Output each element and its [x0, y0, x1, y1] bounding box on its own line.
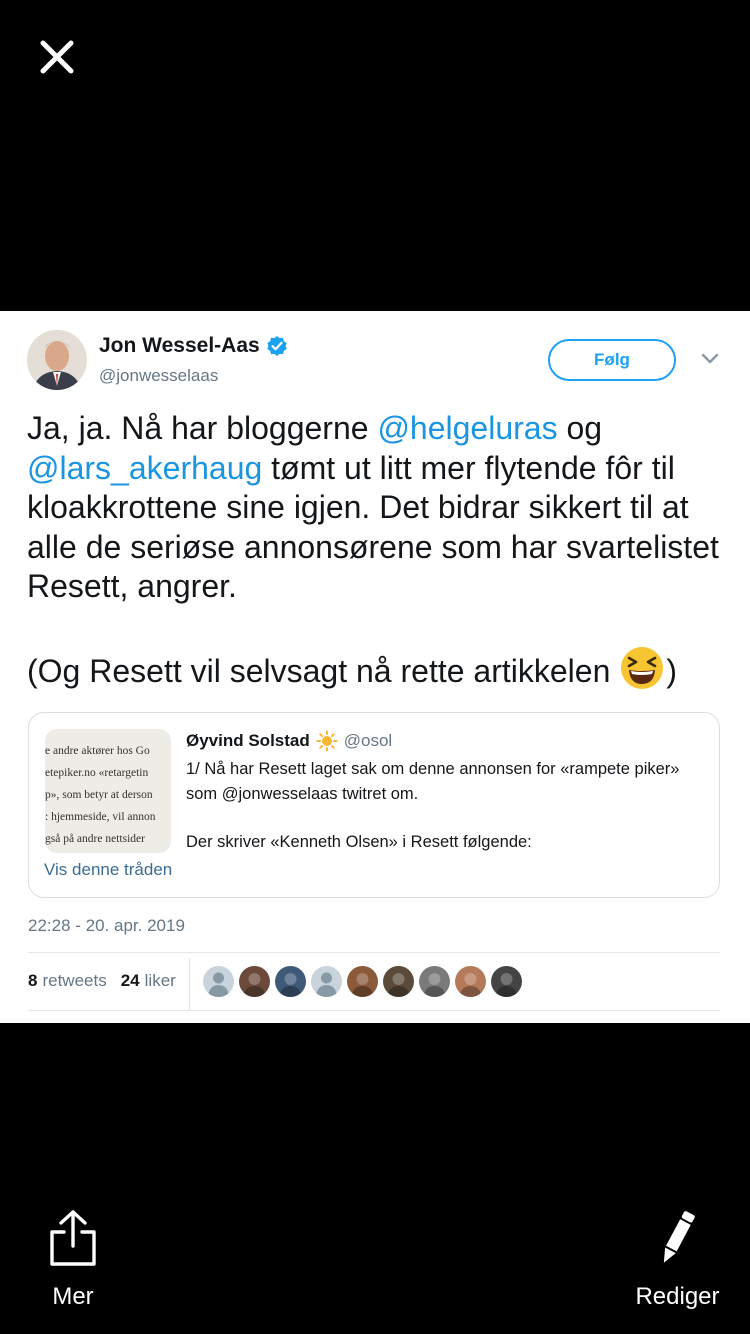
divider: [28, 1010, 720, 1011]
liker-avatar[interactable]: [383, 966, 414, 997]
tweet-text-part: ): [666, 652, 678, 689]
quoted-tweet[interactable]: e andre aktører hos Go etepiker.no «reta…: [28, 712, 720, 898]
liker-avatar[interactable]: [239, 966, 270, 997]
quoted-tweet-image[interactable]: e andre aktører hos Go etepiker.no «reta…: [45, 729, 171, 853]
pencil-icon: [663, 1211, 695, 1263]
liker-avatar[interactable]: [203, 966, 234, 997]
quoted-author-handle: @osol: [343, 731, 393, 750]
quoted-text-line: Der skriver «Kenneth Olsen» i Resett føl…: [186, 833, 532, 851]
mention-link[interactable]: @lars_akerhaug: [27, 450, 262, 486]
share-icon: [50, 1210, 96, 1266]
retweets-count: 8: [28, 971, 38, 990]
stats-separator: [189, 958, 190, 1010]
thumb-text-line: : hjemmeside, vil annon: [45, 811, 156, 823]
thumb-text-line: etepiker.no «retargetin: [45, 767, 149, 779]
likes-label: liker: [144, 971, 176, 990]
engagement-stats: 8 retweets 24 liker: [28, 971, 176, 991]
edit-button[interactable]: Rediger: [620, 1208, 735, 1310]
thumb-text-line: p», som betyr at derson: [45, 789, 153, 801]
thumb-text-line: gså på andre nettsider: [45, 833, 145, 845]
divider: [28, 952, 720, 953]
tweet-text-part: Ja, ja. Nå har bloggerne: [27, 410, 378, 446]
mention-link[interactable]: @helgeluras: [377, 410, 557, 446]
tweet-text-part: og: [557, 410, 603, 446]
liker-avatar[interactable]: [347, 966, 378, 997]
chevron-down-icon[interactable]: [700, 352, 720, 366]
liker-avatars: [203, 966, 527, 997]
tweet-text: Ja, ja. Nå har bloggerne @helgeluras og …: [27, 409, 727, 691]
verified-badge-icon: [266, 336, 287, 356]
edit-label: Rediger: [635, 1283, 720, 1310]
liker-avatar[interactable]: [491, 966, 522, 997]
likes-count: 24: [120, 971, 140, 990]
retweets-stat[interactable]: 8 retweets: [28, 971, 107, 991]
laughing-emoji-icon: [621, 646, 664, 689]
author-name[interactable]: Jon Wessel-Aas: [99, 334, 260, 358]
show-thread-link[interactable]: Vis denne tråden: [44, 860, 172, 880]
tweet-timestamp: 22:28 - 20. apr. 2019: [28, 916, 185, 935]
author-avatar[interactable]: [27, 330, 87, 390]
author-name-row: Jon Wessel-Aas: [99, 334, 288, 358]
quoted-tweet-text: 1/ Nå har Resett laget sak om denne anno…: [186, 757, 706, 855]
liker-avatar[interactable]: [419, 966, 450, 997]
sun-emoji-icon: [316, 730, 338, 752]
liker-avatar[interactable]: [275, 966, 306, 997]
retweets-label: retweets: [42, 971, 107, 990]
share-label: Mer: [52, 1283, 94, 1310]
thumb-text-line: e andre aktører hos Go: [45, 745, 150, 757]
tweet-text-part: (Og Resett vil selvsagt nå rette artikke…: [27, 652, 611, 689]
quoted-author-name: Øyvind Solstad: [186, 731, 310, 750]
close-icon[interactable]: [34, 34, 80, 80]
liker-avatar[interactable]: [311, 966, 342, 997]
liker-avatar[interactable]: [455, 966, 486, 997]
quoted-author-row: Øyvind Solstad @osol: [186, 730, 392, 752]
follow-button[interactable]: Følg: [548, 339, 676, 381]
author-handle[interactable]: @jonwesselaas: [99, 366, 218, 386]
share-button[interactable]: Mer: [30, 1208, 116, 1310]
quoted-text-line: 1/ Nå har Resett laget sak om denne anno…: [186, 760, 680, 803]
likes-stat[interactable]: 24 liker: [121, 971, 176, 991]
